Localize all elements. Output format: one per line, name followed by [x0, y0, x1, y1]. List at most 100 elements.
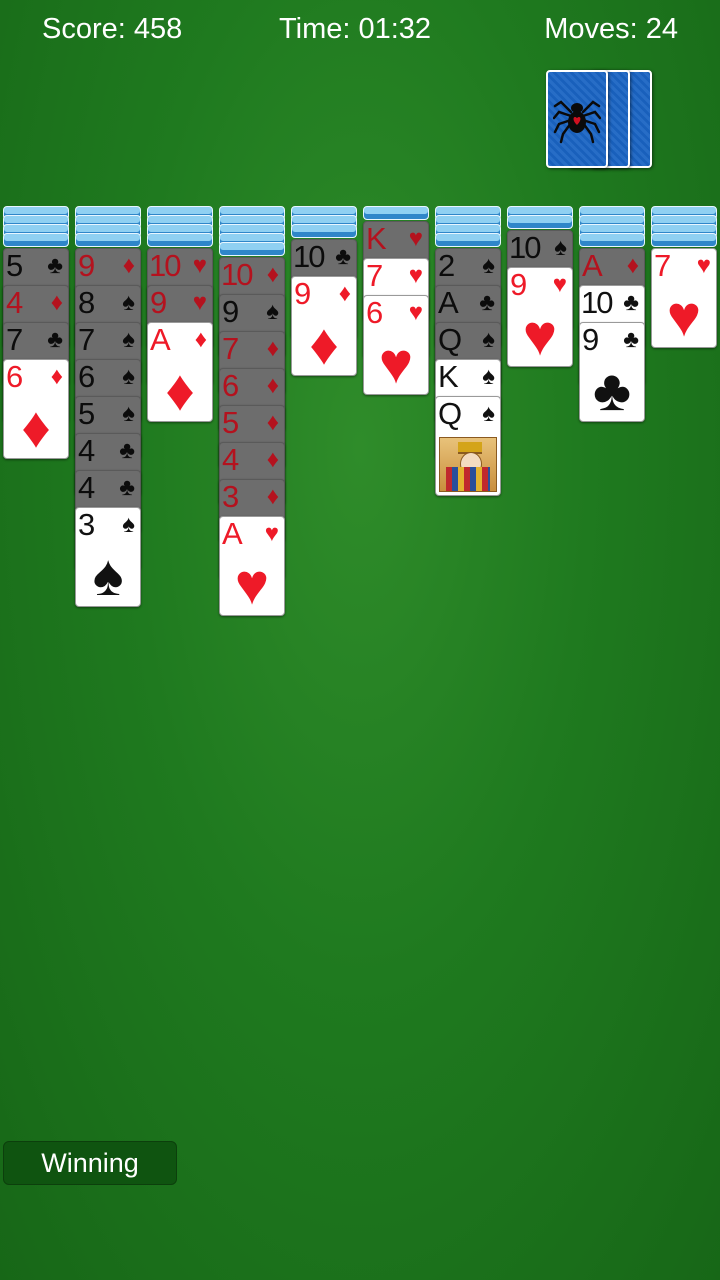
face-down-card [363, 206, 429, 220]
card-rank: 8 [78, 285, 96, 320]
card-suit-icon: ♦ [122, 252, 135, 279]
card-suit-icon: ♥ [264, 520, 279, 547]
card-suit-icon: ♦ [338, 280, 351, 307]
card-rank: 5 [222, 405, 240, 440]
card-suit-icon: ♦ [194, 326, 207, 353]
card-suit-icon: ♠ [482, 400, 495, 427]
card-rank: 9 [294, 276, 312, 311]
card-suit-icon: ♠ [122, 289, 135, 316]
card-suit-icon: ♠ [122, 400, 135, 427]
face-down-card [291, 224, 357, 238]
card-suit-icon: ♦ [50, 363, 63, 390]
card-rank: 7 [654, 248, 672, 283]
card-rank: 9 [510, 267, 528, 302]
card-rank: K [366, 221, 387, 256]
card-suit-icon: ♦ [266, 409, 279, 436]
playing-card[interactable]: 9 ♣ ♣ [579, 322, 645, 422]
card-rank: 6 [6, 359, 24, 394]
card-rank: 9 [222, 294, 240, 329]
face-down-card [651, 233, 717, 247]
card-suit-icon: ♦ [266, 372, 279, 399]
card-rank: 4 [78, 433, 96, 468]
card-rank: 4 [6, 285, 24, 320]
card-suit-icon: ♦ [50, 289, 63, 316]
card-suit-icon: ♦ [266, 446, 279, 473]
card-suit-icon: ♠ [122, 326, 135, 353]
playing-card[interactable]: 9 ♥ ♥ [507, 267, 573, 367]
card-rank: 5 [78, 396, 96, 431]
card-rank: A [438, 285, 459, 320]
card-center-suit-icon: ♦ [309, 312, 339, 376]
card-rank: A [150, 322, 171, 357]
card-rank: 7 [222, 331, 240, 366]
card-suit-icon: ♦ [266, 335, 279, 362]
moves-counter: Moves: 24 [544, 13, 678, 45]
card-center-suit-icon: ♥ [234, 552, 270, 616]
card-suit-icon: ♥ [408, 299, 423, 326]
card-rank: 7 [78, 322, 96, 357]
status-bar: Score: 458 Time: 01:32 Moves: 24 [0, 0, 720, 60]
card-suit-icon: ♠ [482, 326, 495, 353]
card-rank: 6 [78, 359, 96, 394]
card-rank: 9 [78, 248, 96, 283]
face-down-card [147, 233, 213, 247]
card-suit-icon: ♥ [552, 271, 567, 298]
card-rank: 10 [581, 285, 614, 320]
playing-card[interactable]: 9 ♦ ♦ [291, 276, 357, 376]
card-suit-icon: ♣ [47, 252, 63, 279]
card-rank: 2 [438, 248, 456, 283]
card-rank: K [438, 359, 459, 394]
card-center-suit-icon: ♣ [592, 358, 632, 422]
card-suit-icon: ♥ [696, 252, 711, 279]
card-suit-icon: ♠ [482, 252, 495, 279]
card-rank: 5 [6, 248, 24, 283]
playing-card[interactable]: 3 ♠ ♠ [75, 507, 141, 607]
card-rank: 10 [293, 239, 326, 274]
card-suit-icon: ♠ [554, 234, 567, 261]
card-rank: 3 [222, 479, 240, 514]
card-rank: Q [438, 322, 463, 357]
card-suit-icon: ♣ [479, 289, 495, 316]
stock-pile[interactable] [546, 70, 654, 170]
card-rank: 6 [222, 368, 240, 403]
playing-card[interactable]: A ♦ ♦ [147, 322, 213, 422]
card-center-suit-icon: ♥ [378, 331, 414, 395]
card-rank: A [222, 516, 243, 551]
card-rank: 7 [6, 322, 24, 357]
card-rank: 4 [222, 442, 240, 477]
card-suit-icon: ♥ [192, 252, 207, 279]
card-suit-icon: ♥ [192, 289, 207, 316]
card-suit-icon: ♠ [266, 298, 279, 325]
card-suit-icon: ♦ [626, 252, 639, 279]
card-suit-icon: ♣ [623, 289, 639, 316]
playing-card[interactable]: 7 ♥ ♥ [651, 248, 717, 348]
card-center-suit-icon: ♦ [21, 395, 51, 459]
card-rank: 9 [150, 285, 168, 320]
spider-icon [553, 100, 601, 144]
winning-button[interactable]: Winning [3, 1141, 177, 1185]
face-down-card [3, 233, 69, 247]
card-suit-icon: ♣ [623, 326, 639, 353]
card-rank: 10 [149, 248, 182, 283]
playing-card[interactable]: 6 ♥ ♥ [363, 295, 429, 395]
card-center-suit-icon: ♦ [165, 358, 195, 422]
card-suit-icon: ♠ [482, 363, 495, 390]
card-center-suit-icon: ♥ [522, 303, 558, 367]
playing-card[interactable]: A ♥ ♥ [219, 516, 285, 616]
playing-card[interactable]: Q ♠ [435, 396, 501, 496]
card-suit-icon: ♣ [335, 243, 351, 270]
stock-card[interactable] [546, 70, 608, 168]
face-down-card [75, 233, 141, 247]
card-suit-icon: ♠ [122, 363, 135, 390]
score-display: Score: 458 [42, 13, 183, 45]
card-suit-icon: ♥ [408, 262, 423, 289]
playing-card[interactable]: 6 ♦ ♦ [3, 359, 69, 459]
card-center-suit-icon: ♠ [92, 543, 124, 607]
card-suit-icon: ♦ [266, 261, 279, 288]
card-rank: 6 [366, 295, 384, 330]
card-center-suit-icon: ♥ [666, 284, 702, 348]
card-rank: 4 [78, 470, 96, 505]
card-rank: 7 [366, 258, 384, 293]
card-suit-icon: ♠ [122, 511, 135, 538]
face-down-card [219, 242, 285, 256]
